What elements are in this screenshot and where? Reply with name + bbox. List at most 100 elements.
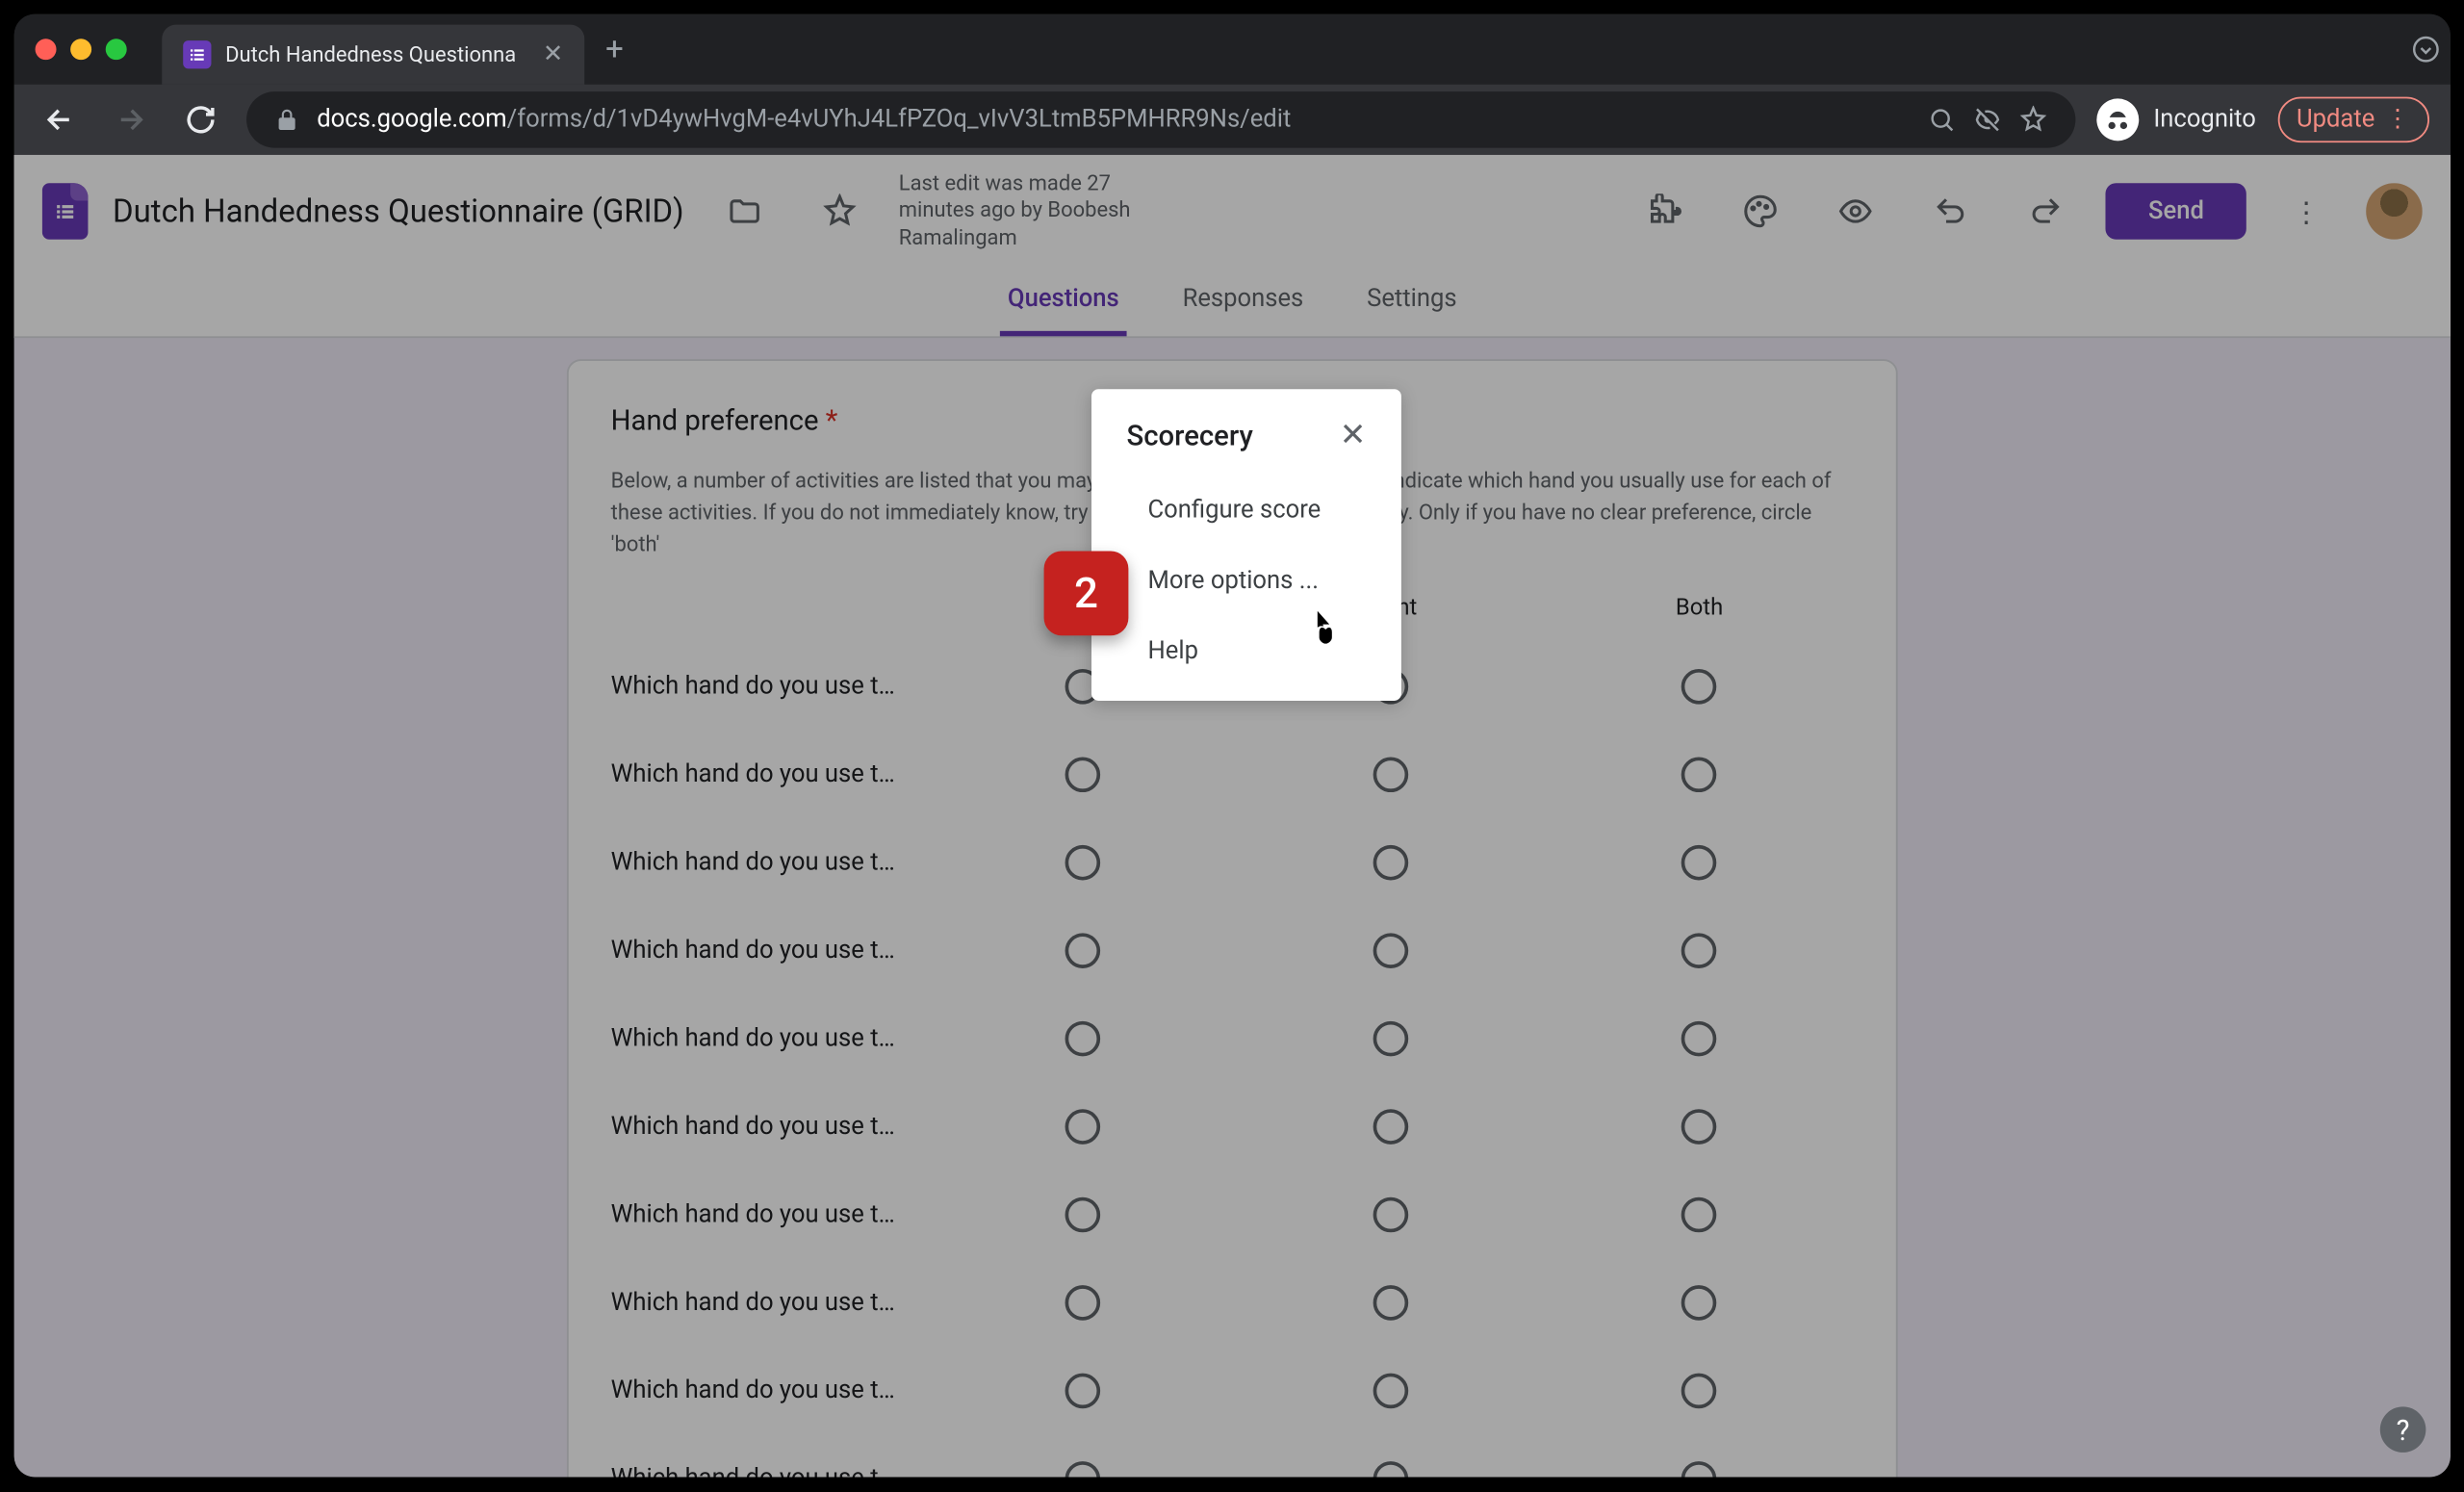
tab-close-icon[interactable]: ✕ [543, 40, 563, 68]
grid-row-label: Which hand do you use t… [611, 1200, 928, 1228]
grid-cell [928, 1197, 1237, 1233]
grid-cell [1237, 1197, 1546, 1233]
radio-input[interactable] [1373, 1461, 1409, 1477]
radio-input[interactable] [1373, 845, 1409, 881]
grid-row: Which hand do you use t… [611, 818, 1854, 906]
radio-input[interactable] [1681, 933, 1717, 968]
radio-input[interactable] [1065, 845, 1100, 881]
radio-input[interactable] [1681, 1021, 1717, 1057]
radio-input[interactable] [1065, 1021, 1100, 1057]
form-title[interactable]: Dutch Handedness Questionnaire (GRID) [113, 193, 684, 229]
search-icon[interactable] [1928, 106, 1956, 134]
grid-cell [1545, 1197, 1854, 1233]
window-controls [36, 39, 127, 60]
addons-icon[interactable] [1630, 176, 1701, 246]
send-button[interactable]: Send [2106, 183, 2246, 240]
grid-row-label: Which hand do you use t… [611, 1113, 928, 1141]
radio-input[interactable] [1065, 1461, 1100, 1477]
reload-button[interactable] [176, 95, 225, 144]
forms-logo-icon[interactable] [42, 183, 89, 240]
grid-cell [928, 1021, 1237, 1057]
grid-cell [928, 1285, 1237, 1321]
popup-configure-score[interactable]: Configure score [1091, 476, 1401, 546]
grid-cell [1237, 1374, 1546, 1409]
radio-input[interactable] [1373, 1109, 1409, 1145]
more-icon: ⋮ [2385, 106, 2410, 134]
more-options-icon[interactable]: ⋮ [2271, 176, 2341, 246]
radio-input[interactable] [1065, 1197, 1100, 1233]
grid-row: Which hand do you use t… [611, 907, 1854, 994]
popup-title: Scorecery [1127, 419, 1253, 452]
grid-row-label: Which hand do you use t… [611, 849, 928, 877]
url-input[interactable]: docs.google.com/forms/d/1vD4ywHvgM-e4vUY… [246, 91, 2076, 148]
grid-row-label: Which hand do you use t… [611, 1376, 928, 1404]
radio-input[interactable] [1681, 1109, 1717, 1145]
star-icon[interactable] [2019, 106, 2047, 134]
grid-row: Which hand do you use t… [611, 1435, 1854, 1478]
window-maximize[interactable] [106, 39, 127, 60]
grid-row-label: Which hand do you use t… [611, 1465, 928, 1478]
radio-input[interactable] [1373, 757, 1409, 792]
grid-row: Which hand do you use t… [611, 1259, 1854, 1347]
incognito-icon [2097, 98, 2140, 141]
radio-input[interactable] [1681, 1197, 1717, 1233]
redo-icon[interactable] [2011, 176, 2081, 246]
update-button[interactable]: Update ⋮ [2277, 97, 2429, 143]
radio-input[interactable] [1681, 1461, 1717, 1477]
radio-input[interactable] [1681, 1285, 1717, 1321]
radio-input[interactable] [1373, 933, 1409, 968]
tab-responses[interactable]: Responses [1175, 268, 1310, 336]
last-edit-text: Last edit was made 27 minutes ago by Boo… [899, 170, 1145, 253]
grid-row: Which hand do you use t… [611, 731, 1854, 818]
grid-cell [1545, 1109, 1854, 1145]
preview-icon[interactable] [1821, 176, 1891, 246]
eye-off-icon[interactable] [1974, 106, 2002, 134]
radio-input[interactable] [1373, 1285, 1409, 1321]
radio-input[interactable] [1681, 669, 1717, 705]
grid-row-label: Which hand do you use t… [611, 937, 928, 965]
back-button[interactable] [36, 95, 85, 144]
browser-tab-bar: Dutch Handedness Questionna ✕ + [14, 14, 2451, 85]
radio-input[interactable] [1065, 757, 1100, 792]
popup-more-options[interactable]: More options ... [1091, 546, 1401, 616]
star-outline-icon[interactable] [804, 176, 874, 246]
lock-icon [274, 108, 299, 133]
user-avatar[interactable] [2366, 183, 2423, 240]
window-close[interactable] [36, 39, 57, 60]
grid-cell [1237, 1109, 1546, 1145]
new-tab-button[interactable]: + [605, 31, 624, 67]
popup-help[interactable]: Help [1091, 616, 1401, 686]
grid-row: Which hand do you use t… [611, 1347, 1854, 1434]
tab-dropdown-icon[interactable] [2401, 25, 2451, 74]
grid-row: Which hand do you use t… [611, 994, 1854, 1082]
grid-row-label: Which hand do you use t… [611, 673, 928, 701]
tab-questions[interactable]: Questions [1001, 268, 1126, 336]
grid-cell [1237, 845, 1546, 881]
radio-input[interactable] [1065, 933, 1100, 968]
radio-input[interactable] [1373, 1197, 1409, 1233]
radio-input[interactable] [1373, 1021, 1409, 1057]
grid-row-label: Which hand do you use t… [611, 760, 928, 788]
grid-cell [1237, 1285, 1546, 1321]
grid-cell [928, 1461, 1237, 1477]
browser-tab[interactable]: Dutch Handedness Questionna ✕ [162, 25, 584, 85]
grid-cell [1237, 1461, 1546, 1477]
radio-input[interactable] [1681, 757, 1717, 792]
window-minimize[interactable] [70, 39, 91, 60]
forward-button[interactable] [106, 95, 155, 144]
tab-settings[interactable]: Settings [1360, 268, 1464, 336]
grid-cell [1545, 757, 1854, 792]
radio-input[interactable] [1065, 1109, 1100, 1145]
popup-close-icon[interactable]: ✕ [1340, 417, 1367, 453]
folder-icon[interactable] [708, 176, 779, 246]
undo-icon[interactable] [1916, 176, 1987, 246]
palette-icon[interactable] [1726, 176, 1796, 246]
radio-input[interactable] [1681, 1374, 1717, 1409]
url-text: docs.google.com/forms/d/1vD4ywHvgM-e4vUY… [317, 106, 1911, 134]
radio-input[interactable] [1065, 1374, 1100, 1409]
radio-input[interactable] [1065, 1285, 1100, 1321]
radio-input[interactable] [1373, 1374, 1409, 1409]
forms-header: Dutch Handedness Questionnaire (GRID) La… [14, 155, 2451, 268]
radio-input[interactable] [1681, 845, 1717, 881]
help-bubble-icon[interactable]: ? [2380, 1406, 2426, 1453]
